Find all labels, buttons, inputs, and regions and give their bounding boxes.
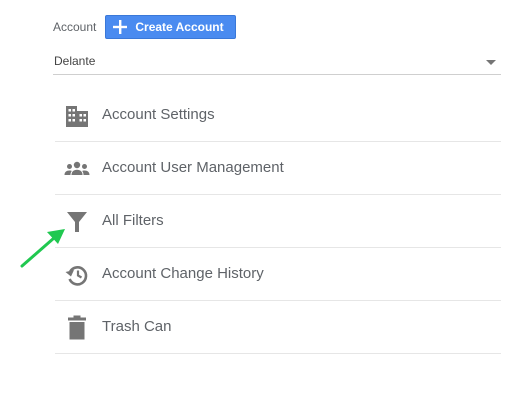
account-selector-value: Delante xyxy=(54,54,96,68)
plus-icon xyxy=(113,20,128,34)
menu-item-all-filters[interactable]: All Filters xyxy=(55,195,501,248)
menu-item-trash-can[interactable]: Trash Can xyxy=(55,301,501,354)
building-icon xyxy=(66,106,88,127)
chevron-down-icon xyxy=(486,60,496,65)
menu-item-account-change-history[interactable]: Account Change History xyxy=(55,248,501,301)
menu-item-label: All Filters xyxy=(102,212,164,229)
account-selector-dropdown[interactable]: Delante xyxy=(53,51,501,75)
trash-icon xyxy=(68,315,86,340)
account-header: Account Create Account xyxy=(53,15,236,39)
people-icon xyxy=(64,161,90,175)
menu-item-label: Trash Can xyxy=(102,318,172,335)
account-menu: Account Settings Account User Management… xyxy=(55,89,501,354)
menu-item-account-settings[interactable]: Account Settings xyxy=(55,89,501,142)
menu-item-label: Account Settings xyxy=(102,106,215,123)
account-label: Account xyxy=(53,20,97,34)
menu-item-label: Account Change History xyxy=(102,265,264,282)
create-account-label: Create Account xyxy=(135,20,224,34)
menu-item-label: Account User Management xyxy=(102,159,284,176)
create-account-button[interactable]: Create Account xyxy=(105,15,236,39)
menu-item-account-user-management[interactable]: Account User Management xyxy=(55,142,501,195)
annotation-arrow-icon xyxy=(20,229,65,268)
